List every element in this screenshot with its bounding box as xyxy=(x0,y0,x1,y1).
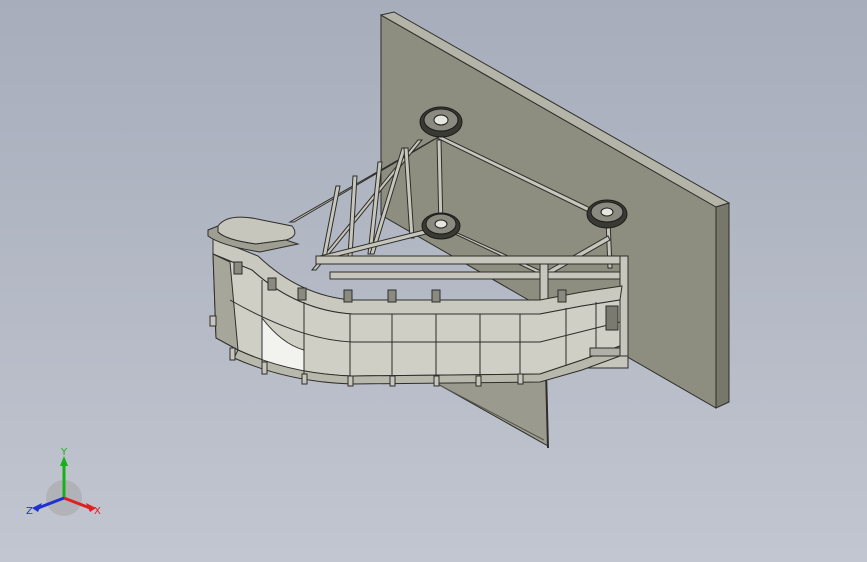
z-axis-label: Z xyxy=(26,506,33,517)
orientation-triad[interactable]: Y X Z xyxy=(24,446,104,526)
lower-rail xyxy=(329,271,629,280)
top-rail xyxy=(315,255,629,265)
wall-plate-side xyxy=(715,202,730,409)
x-axis-label: X xyxy=(94,506,101,517)
pulley-right[interactable] xyxy=(586,199,628,229)
pulley-middle[interactable] xyxy=(421,212,461,240)
y-axis-label: Y xyxy=(60,447,68,458)
cad-model[interactable] xyxy=(0,0,867,562)
right-post xyxy=(619,255,629,369)
pulley-top[interactable] xyxy=(419,106,463,138)
graphics-viewport[interactable]: Y X Z xyxy=(0,0,867,562)
